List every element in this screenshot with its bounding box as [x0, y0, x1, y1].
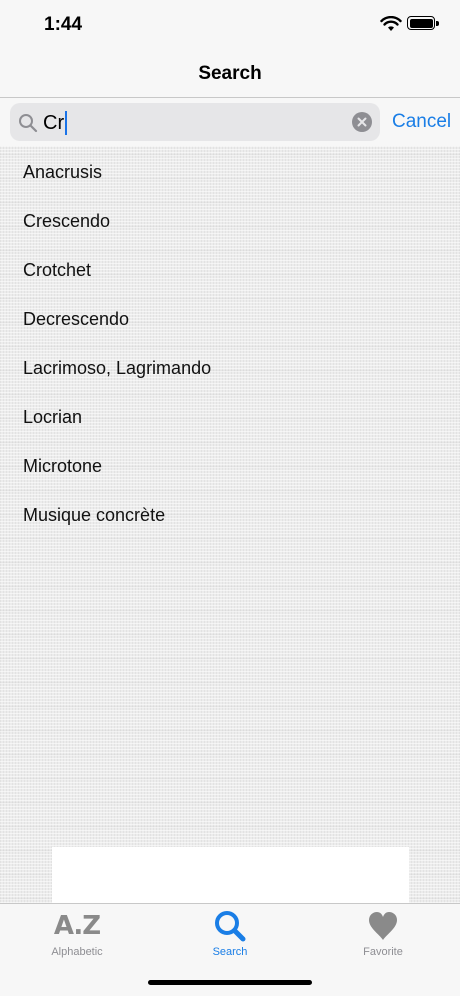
- text-caret: [65, 111, 68, 135]
- ad-banner[interactable]: [52, 847, 409, 903]
- clear-icon[interactable]: [352, 112, 372, 132]
- list-item[interactable]: Crescendo: [0, 197, 460, 246]
- az-icon: A.Z: [53, 911, 101, 941]
- list-item[interactable]: Musique concrète: [0, 491, 460, 540]
- battery-icon: [407, 16, 439, 30]
- search-query-text: Cr: [43, 111, 65, 134]
- search-query[interactable]: Cr: [43, 111, 68, 135]
- tab-search[interactable]: Search: [175, 908, 285, 962]
- results-list: Anacrusis Crescendo Crotchet Decrescendo…: [0, 148, 460, 540]
- wifi-icon: [380, 16, 402, 31]
- nav-header: Search: [0, 50, 460, 98]
- home-indicator: [148, 980, 312, 985]
- cancel-button[interactable]: Cancel: [392, 111, 451, 133]
- status-time: 1:44: [44, 14, 83, 35]
- tab-label: Favorite: [363, 946, 403, 958]
- tab-favorite[interactable]: Favorite: [328, 908, 438, 962]
- x-mark-icon: [357, 117, 367, 127]
- tab-alphabetic[interactable]: A.Z Alphabetic: [22, 908, 132, 962]
- list-item[interactable]: Lacrimoso, Lagrimando: [0, 344, 460, 393]
- search-input[interactable]: Cr: [10, 103, 380, 141]
- page-title: Search: [198, 62, 262, 84]
- search-icon: [215, 911, 246, 942]
- magnifier-icon: [19, 114, 38, 133]
- heart-icon: [369, 912, 397, 940]
- list-item[interactable]: Microtone: [0, 442, 460, 491]
- list-item[interactable]: Anacrusis: [0, 148, 460, 197]
- search-bar: Cr Cancel: [0, 98, 460, 146]
- list-item[interactable]: Crotchet: [0, 246, 460, 295]
- tab-label: Alphabetic: [51, 946, 103, 958]
- list-item[interactable]: Decrescendo: [0, 295, 460, 344]
- tab-label: Search: [212, 946, 248, 958]
- list-item[interactable]: Locrian: [0, 393, 460, 442]
- status-bar: 1:44: [0, 0, 460, 50]
